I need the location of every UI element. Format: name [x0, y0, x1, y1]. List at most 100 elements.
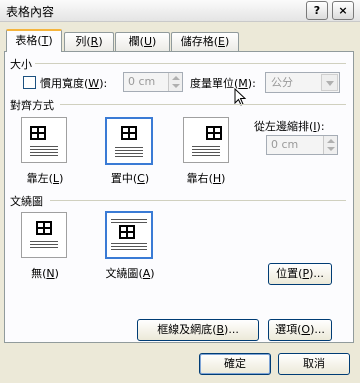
- options-button-text: 選項: [275, 323, 298, 336]
- indent-text: 從左邊縮排: [254, 120, 309, 133]
- pref-width-label: 慣用寬度(W):: [40, 77, 108, 90]
- tab-column[interactable]: 欄(U): [115, 32, 170, 51]
- text-line: [30, 155, 58, 156]
- wrap-around-option[interactable]: [105, 211, 153, 259]
- text-line: [111, 219, 147, 220]
- text-line: [111, 249, 147, 250]
- indent-value: 0 cm: [271, 138, 299, 151]
- options-button[interactable]: 選項(O)...: [268, 319, 332, 341]
- wrapping-section-label: 文繞圖: [10, 193, 46, 209]
- text-line: [192, 152, 220, 153]
- align-center-text: 置中: [110, 172, 133, 185]
- options-button-key: O: [301, 323, 311, 336]
- tab-cell-key: E: [218, 35, 225, 48]
- text-line: [30, 149, 58, 150]
- ok-button[interactable]: 確定: [199, 353, 271, 375]
- align-left-label: 靠左(L): [26, 172, 64, 185]
- wrap-around-text: 文繞圖: [105, 267, 139, 280]
- align-center-option[interactable]: [105, 117, 153, 165]
- wrap-none-text: 無: [31, 267, 43, 280]
- spin-down-icon: [172, 84, 180, 88]
- text-line: [192, 155, 220, 156]
- close-button[interactable]: ×: [332, 1, 354, 20]
- indent-input[interactable]: 0 cm: [266, 135, 338, 155]
- unit-value: 公分: [271, 76, 293, 89]
- indent-key: I: [313, 120, 317, 133]
- mouse-cursor-icon: [234, 88, 247, 106]
- wrap-around-key: A: [142, 267, 151, 280]
- indent-spinner[interactable]: [323, 136, 337, 154]
- title-bar: 表格內容 ? ×: [0, 0, 360, 22]
- size-section-label: 大小: [10, 56, 35, 72]
- pref-width-spinner[interactable]: [168, 73, 182, 91]
- cancel-button[interactable]: 取消: [278, 353, 350, 375]
- tab-table-label: 表格: [15, 34, 38, 47]
- text-line: [30, 247, 58, 248]
- tab-column-key: U: [143, 35, 153, 48]
- borders-button-text: 框線及網底: [157, 323, 213, 336]
- text-line: [30, 152, 58, 153]
- spin-down-icon: [327, 147, 335, 151]
- indent-label: 從左邊縮排(I):: [254, 120, 325, 133]
- wrap-none-option[interactable]: [21, 212, 67, 258]
- tab-column-label: 欄: [128, 35, 140, 48]
- tab-row-label: 列: [75, 35, 87, 48]
- wrap-around-label: 文繞圖(A): [105, 267, 155, 280]
- text-line: [30, 244, 58, 245]
- text-line: [111, 243, 147, 244]
- pref-width-checkbox[interactable]: [23, 76, 36, 89]
- table-icon: [119, 225, 135, 239]
- borders-button-key: B: [216, 323, 225, 336]
- window-title: 表格內容: [6, 5, 55, 19]
- table-icon: [36, 221, 52, 235]
- position-button-key: P: [302, 267, 310, 280]
- wrap-none-label: 無(N): [31, 267, 59, 280]
- align-right-option[interactable]: [183, 117, 229, 163]
- pref-width-value: 0 cm: [128, 75, 156, 88]
- tab-table[interactable]: 表格(T): [6, 29, 62, 52]
- pref-width-text: 慣用寬度: [40, 77, 84, 90]
- align-center-key: C: [137, 172, 145, 185]
- tab-table-key: T: [41, 34, 49, 47]
- table-icon: [206, 126, 222, 140]
- table-icon: [30, 126, 46, 140]
- tab-cell[interactable]: 儲存格(E): [171, 32, 239, 51]
- tab-cell-label: 儲存格: [180, 35, 214, 48]
- unit-text: 度量單位: [190, 77, 234, 90]
- alignment-section-label: 對齊方式: [10, 97, 57, 113]
- spin-up-icon: [172, 76, 180, 80]
- align-right-text: 靠右: [186, 172, 209, 185]
- align-right-label: 靠右(H): [186, 172, 226, 185]
- tab-row-key: R: [90, 35, 99, 48]
- text-line: [192, 146, 220, 147]
- pref-width-input[interactable]: 0 cm: [123, 72, 183, 92]
- align-left-text: 靠左: [26, 172, 49, 185]
- text-line: [111, 222, 147, 223]
- text-line: [115, 147, 143, 148]
- borders-shading-button[interactable]: 框線及網底(B)...: [137, 319, 259, 341]
- tab-panel: [4, 51, 354, 343]
- text-line: [115, 156, 143, 157]
- chevron-down-icon: [321, 74, 338, 91]
- wrap-none-key: N: [46, 267, 55, 280]
- spin-up-icon: [327, 139, 335, 143]
- text-line: [30, 241, 58, 242]
- size-divider: [34, 63, 346, 64]
- table-icon: [121, 126, 137, 140]
- help-button[interactable]: ?: [306, 1, 328, 20]
- text-line: [192, 149, 220, 150]
- text-line: [111, 246, 147, 247]
- text-line: [30, 146, 58, 147]
- position-button-text: 位置: [276, 267, 299, 280]
- text-line: [115, 153, 143, 154]
- tab-row[interactable]: 列(R): [64, 32, 114, 51]
- position-button[interactable]: 位置(P)...: [268, 263, 332, 285]
- align-center-label: 置中(C): [110, 172, 150, 185]
- unit-select[interactable]: 公分: [265, 72, 340, 93]
- align-left-option[interactable]: [21, 117, 67, 163]
- align-left-key: L: [52, 172, 60, 185]
- pref-width-key: W: [88, 77, 100, 90]
- alignment-divider: [60, 104, 346, 105]
- text-line: [115, 150, 143, 151]
- wrapping-divider: [50, 200, 346, 201]
